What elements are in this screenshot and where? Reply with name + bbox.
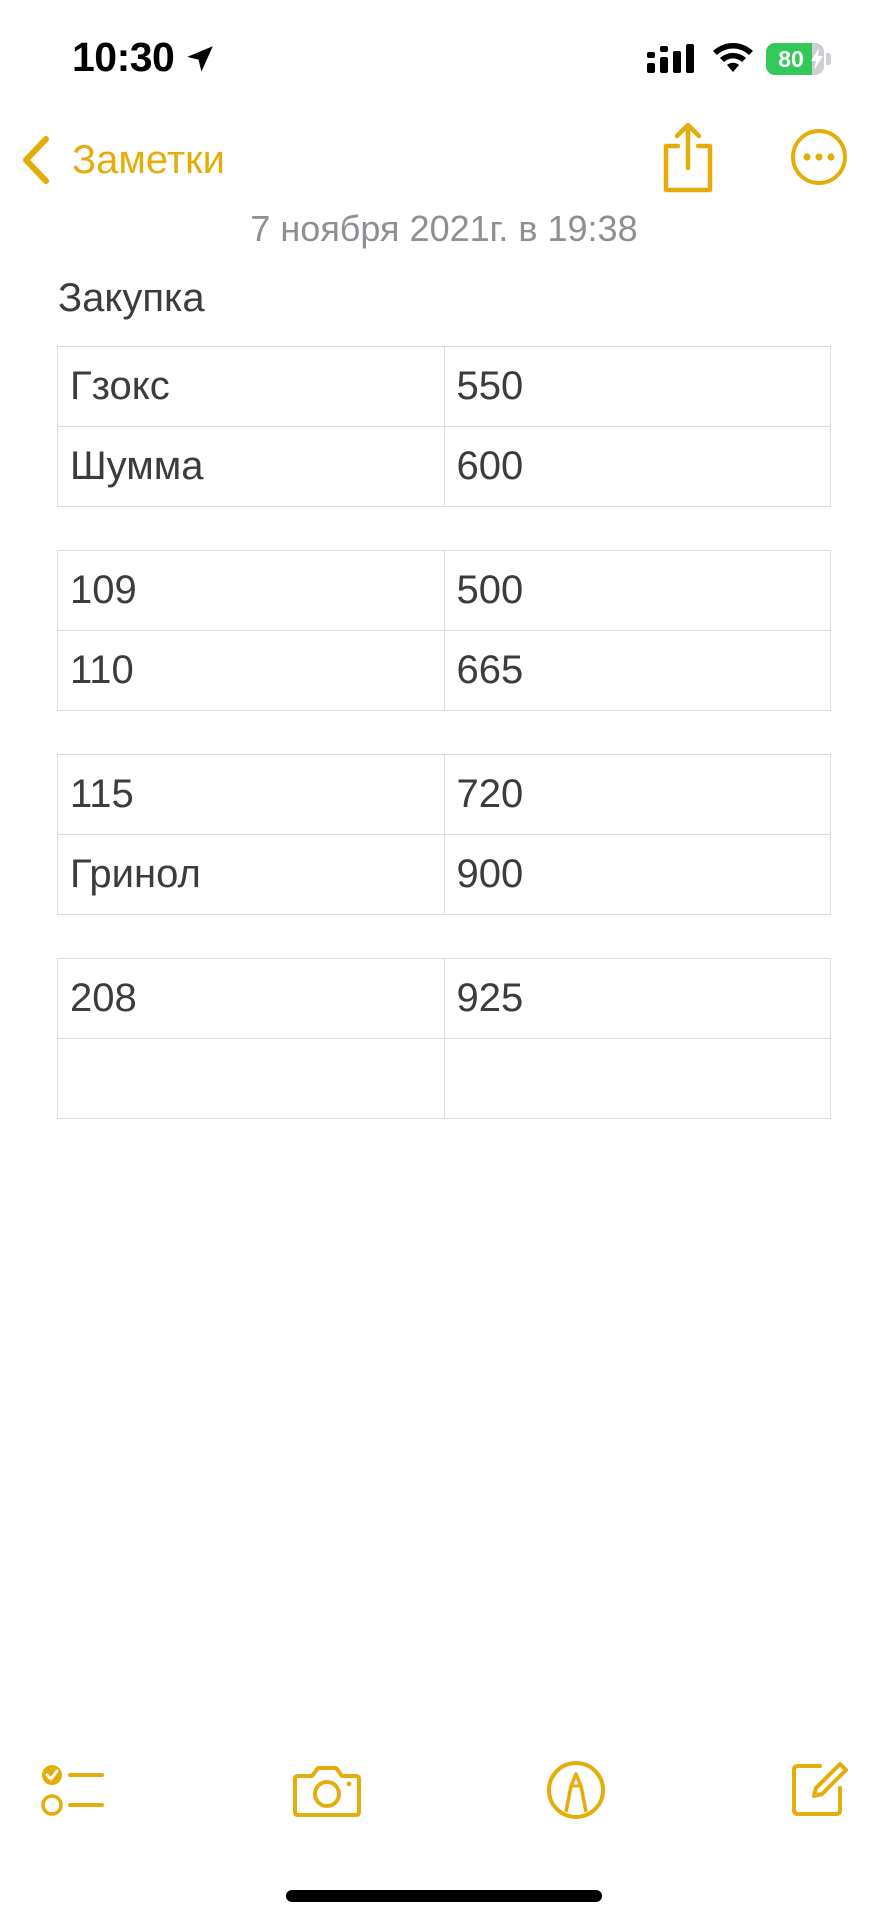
table-cell[interactable]: Гзокс (57, 346, 445, 427)
checklist-icon[interactable] (40, 1762, 106, 1822)
note-table[interactable]: 115 720 Гринол 900 (57, 754, 831, 915)
cellular-signal-icon (647, 44, 694, 73)
bottom-toolbar (0, 1750, 888, 1830)
table-cell[interactable]: 665 (443, 630, 831, 711)
battery-percent: 80 (778, 46, 804, 72)
table-row: Гринол 900 (57, 834, 831, 915)
table-cell[interactable]: 900 (443, 834, 831, 915)
back-button-label: Заметки (72, 137, 225, 182)
note-table[interactable]: 208 925 (57, 958, 831, 1119)
table-row: Гзокс 550 (57, 346, 831, 427)
table-cell[interactable]: 550 (443, 346, 831, 427)
home-indicator[interactable] (286, 1890, 602, 1902)
table-cell[interactable]: 109 (57, 550, 445, 631)
table-cell[interactable] (443, 1038, 831, 1119)
table-cell[interactable]: 720 (443, 754, 831, 835)
compose-icon[interactable] (790, 1758, 848, 1818)
chevron-left-icon (23, 136, 49, 184)
share-icon[interactable] (660, 120, 716, 196)
table-row: 109 500 (57, 550, 831, 631)
status-time: 10:30 (72, 34, 175, 80)
note-date: 7 ноября 2021г. в 19:38 (250, 208, 638, 249)
markup-pen-icon[interactable] (546, 1760, 606, 1820)
table-row: 110 665 (57, 630, 831, 711)
table-cell[interactable]: 600 (443, 426, 831, 507)
note-table[interactable]: 109 500 110 665 (57, 550, 831, 711)
more-ellipsis-icon[interactable] (790, 128, 848, 186)
table-row: 115 720 (57, 754, 831, 835)
status-bar: 10:30 80 (0, 0, 888, 110)
table-cell[interactable]: 925 (443, 958, 831, 1039)
table-cell[interactable]: 208 (57, 958, 445, 1039)
camera-icon[interactable] (292, 1762, 362, 1820)
table-cell[interactable]: Шумма (57, 426, 445, 507)
note-table[interactable]: Гзокс 550 Шумма 600 (57, 346, 831, 507)
nav-bar: Заметки (0, 110, 888, 210)
note-title[interactable]: Закупка (58, 276, 205, 321)
wifi-icon (713, 43, 753, 72)
table-cell[interactable]: 115 (57, 754, 445, 835)
battery-charging-icon (811, 48, 823, 70)
location-arrow-icon (187, 46, 213, 72)
back-button[interactable]: Заметки (18, 130, 225, 190)
battery-nub (826, 53, 831, 65)
note-tables: Гзокс 550 Шумма 600 109 500 110 665 115 … (57, 346, 831, 1162)
table-row: 208 925 (57, 958, 831, 1039)
battery-indicator: 80 (766, 43, 832, 75)
table-cell[interactable] (57, 1038, 445, 1119)
table-cell[interactable]: Гринол (57, 834, 445, 915)
table-cell[interactable]: 500 (443, 550, 831, 631)
table-cell[interactable]: 110 (57, 630, 445, 711)
table-row (57, 1038, 831, 1119)
table-row: Шумма 600 (57, 426, 831, 507)
